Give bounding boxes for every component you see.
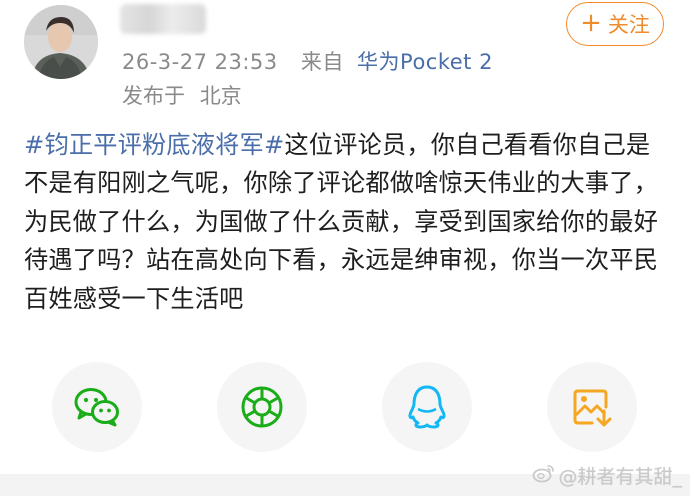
save-image-button[interactable]: [547, 362, 637, 452]
weibo-logo-icon: [532, 463, 558, 490]
save-image-icon: [570, 385, 614, 429]
post-location: 发布于 北京: [122, 81, 242, 111]
watermark: @耕者有其甜_: [532, 463, 682, 490]
avatar[interactable]: [24, 5, 98, 79]
share-moments-button[interactable]: [217, 362, 307, 452]
follow-button[interactable]: + 关注: [566, 2, 664, 46]
follow-label: 关注: [607, 13, 650, 37]
share-qq-button[interactable]: [382, 362, 472, 452]
location-name: 北京: [199, 84, 242, 108]
post-meta: 26-3-27 23:53 来自 华为Pocket 2: [122, 47, 493, 77]
share-wechat-button[interactable]: [52, 362, 142, 452]
wechat-icon: [72, 385, 122, 429]
post-text: #钧正平评粉底液将军#这位评论员，你自己看看你自己是不是有阳刚之气呢，你除了评论…: [24, 126, 670, 318]
hashtag-link[interactable]: #钧正平评粉底液将军#: [24, 131, 284, 159]
location-prefix: 发布于: [122, 84, 185, 108]
plus-icon: +: [580, 8, 602, 38]
source-prefix: 来自: [300, 50, 344, 74]
watermark-text: @耕者有其甜_: [558, 465, 682, 488]
source-device[interactable]: 华为Pocket 2: [357, 50, 493, 74]
moments-icon: [240, 385, 284, 429]
qq-icon: [407, 384, 447, 430]
post-time: 26-3-27 23:53: [122, 50, 278, 74]
username-blurred[interactable]: [120, 4, 206, 34]
